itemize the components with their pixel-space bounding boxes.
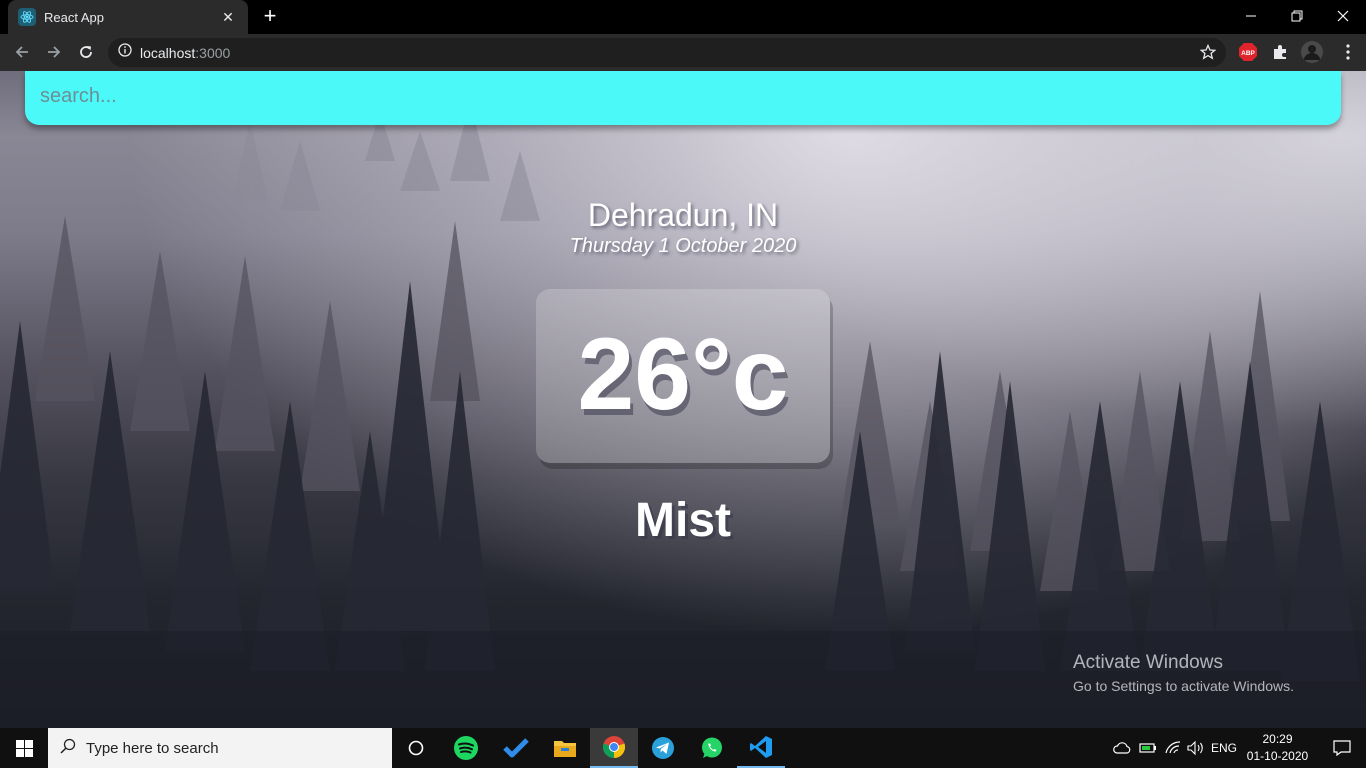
language-indicator[interactable]: ENG	[1209, 728, 1239, 768]
city-search-input[interactable]	[25, 71, 1341, 125]
wifi-icon[interactable]	[1161, 728, 1185, 768]
vscode-icon[interactable]	[737, 728, 785, 768]
activate-windows-subtitle: Go to Settings to activate Windows.	[1073, 678, 1294, 694]
close-window-icon[interactable]	[1320, 0, 1366, 32]
location-title: Dehradun, IN	[587, 197, 779, 233]
extensions-puzzle-icon[interactable]	[1268, 40, 1292, 64]
page-viewport: Dehradun, IN Thursday 1 October 2020 26°…	[0, 71, 1366, 728]
weather-condition: Mist	[635, 494, 731, 547]
current-date: Thursday 1 October 2020	[569, 235, 797, 257]
react-favicon-icon	[18, 8, 36, 26]
battery-icon[interactable]	[1136, 728, 1160, 768]
chrome-icon[interactable]	[590, 728, 638, 768]
windows-start-icon[interactable]	[0, 728, 48, 768]
activate-windows-watermark: Activate Windows Go to Settings to activ…	[1073, 652, 1294, 694]
search-icon	[60, 738, 76, 759]
minimize-window-icon[interactable]	[1228, 0, 1274, 32]
file-explorer-icon[interactable]	[541, 728, 589, 768]
cortana-icon[interactable]	[392, 728, 440, 768]
search-box	[25, 71, 1341, 125]
tab-title: React App	[44, 9, 104, 25]
cloud-sync-icon[interactable]	[1110, 728, 1134, 768]
url-port: :3000	[195, 44, 231, 61]
info-icon[interactable]	[118, 43, 132, 62]
bookmark-star-icon[interactable]	[1199, 43, 1217, 65]
spotify-icon[interactable]	[442, 728, 490, 768]
browser-titlebar: React App ✕ +	[0, 0, 1366, 34]
volume-icon[interactable]	[1184, 728, 1208, 768]
taskbar-search-box[interactable]: Type here to search	[48, 728, 392, 768]
telegram-icon[interactable]	[639, 728, 687, 768]
todo-icon[interactable]	[492, 728, 540, 768]
temperature-value: 26°c	[577, 316, 789, 431]
profile-avatar[interactable]	[1300, 40, 1324, 64]
back-arrow-icon[interactable]	[8, 38, 36, 66]
taskbar-clock[interactable]: 20:29 01-10-2020	[1240, 731, 1315, 765]
url-host: localhost	[140, 44, 196, 61]
windows-taskbar: Type here to search ENG 20:29 01-10-2020	[0, 728, 1366, 768]
adblock-badge-text: ABP	[1241, 50, 1255, 57]
reload-icon[interactable]	[72, 38, 100, 66]
activate-windows-title: Activate Windows	[1073, 652, 1223, 673]
address-bar[interactable]: localhost:3000	[108, 38, 1226, 67]
new-tab-button[interactable]: +	[258, 5, 282, 29]
browser-toolbar: localhost:3000 ABP	[0, 34, 1366, 71]
tab-react-app[interactable]: React App ✕	[8, 0, 248, 34]
tab-close-icon[interactable]: ✕	[218, 9, 238, 26]
browser-menu-icon[interactable]	[1336, 40, 1360, 64]
taskbar-search-placeholder: Type here to search	[86, 739, 219, 757]
restore-window-icon[interactable]	[1274, 0, 1320, 32]
clock-time: 20:29	[1262, 732, 1293, 746]
clock-date: 01-10-2020	[1246, 749, 1309, 763]
whatsapp-icon[interactable]	[688, 728, 736, 768]
forward-arrow-icon[interactable]	[40, 38, 68, 66]
notification-center-icon[interactable]	[1318, 728, 1366, 768]
adblock-extension-icon[interactable]: ABP	[1236, 40, 1260, 64]
temperature-card: 26°c	[536, 289, 830, 463]
